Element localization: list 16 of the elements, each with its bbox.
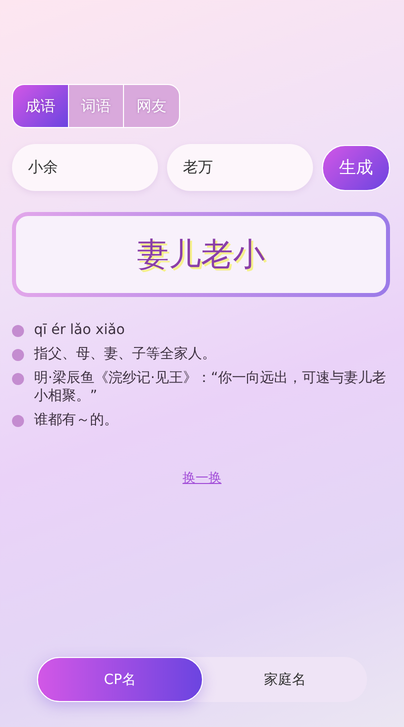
detail-text: 明·梁辰鱼《浣纱记·见王》：“你一向远出，可速与妻儿老小相聚。”: [34, 369, 388, 405]
bullet-icon: [12, 325, 24, 337]
name-input[interactable]: 老万: [167, 144, 313, 191]
result-idiom: 妻儿老小: [137, 234, 265, 274]
generate-button[interactable]: 生成: [322, 144, 390, 190]
detail-text: qī ér lǎo xiǎo: [34, 321, 125, 339]
bullet-icon: [12, 349, 24, 361]
detail-text: 指父、母、妻、子等全家人。: [34, 345, 216, 363]
detail-text: 谁都有～的。: [34, 411, 118, 429]
refresh-link[interactable]: 换一换: [182, 471, 222, 486]
bullet-icon: [12, 415, 24, 427]
bullet-icon: [12, 373, 24, 385]
name-input[interactable]: 小余: [12, 144, 158, 191]
tab[interactable]: 成语: [13, 85, 68, 127]
mode-tab[interactable]: 家庭名: [203, 657, 367, 702]
mode-tab[interactable]: CP名: [37, 657, 203, 702]
